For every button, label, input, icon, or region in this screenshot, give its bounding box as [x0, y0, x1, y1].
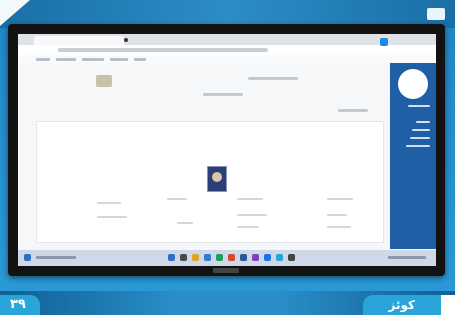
card-text-line	[327, 214, 347, 216]
bookmark	[134, 58, 146, 61]
search-icon[interactable]	[180, 254, 187, 261]
os-taskbar	[18, 250, 436, 266]
app-icon[interactable]	[276, 254, 283, 261]
bookmark	[36, 58, 50, 61]
card-text-line	[237, 214, 267, 216]
sidebar-item[interactable]	[406, 145, 430, 147]
browser-icon[interactable]	[204, 254, 211, 261]
page-subheading-line	[203, 93, 243, 96]
sidebar-item[interactable]	[410, 137, 430, 139]
app-icon[interactable]	[252, 254, 259, 261]
windows-icon[interactable]	[168, 254, 175, 261]
bookmark	[82, 58, 104, 61]
url-field	[58, 48, 268, 52]
sidebar	[390, 63, 436, 249]
sidebar-user-name	[408, 105, 430, 107]
start-icon[interactable]	[24, 254, 31, 261]
sidebar-item[interactable]	[412, 129, 430, 131]
bookmark	[56, 58, 76, 61]
card-text-line	[327, 226, 351, 228]
profile-card	[36, 121, 384, 243]
taskbar-weather	[36, 256, 76, 259]
app-icon[interactable]	[228, 254, 235, 261]
page-heading-line	[248, 77, 298, 80]
card-text-line	[167, 198, 187, 200]
tab-close-icon	[124, 38, 128, 42]
photo-frame: ۳۹ کوئز	[0, 0, 455, 315]
site-logo	[96, 75, 112, 87]
app-icon[interactable]	[288, 254, 295, 261]
app-icon[interactable]	[240, 254, 247, 261]
monitor-screen	[18, 34, 436, 266]
card-text-line	[237, 198, 263, 200]
card-text-line	[97, 202, 121, 204]
profile-photo	[207, 166, 227, 192]
folder-icon[interactable]	[192, 254, 199, 261]
card-text-line	[97, 216, 127, 218]
section-label-line	[338, 109, 368, 112]
bookmarks-bar	[18, 55, 436, 63]
chapter-label: کوئز	[362, 295, 441, 315]
page-number: ۳۹	[0, 295, 40, 315]
sidebar-toggle-button[interactable]	[380, 38, 388, 46]
card-text-line	[177, 222, 193, 224]
app-icon[interactable]	[264, 254, 271, 261]
right-edge-marker	[441, 295, 455, 315]
web-page	[18, 63, 390, 249]
taskbar-clock	[388, 256, 426, 259]
avatar-icon	[398, 69, 428, 99]
monitor-brand-logo	[213, 268, 239, 273]
browser-tabstrip	[18, 34, 436, 45]
monitor	[8, 24, 445, 276]
app-icon[interactable]	[216, 254, 223, 261]
browser-tab	[34, 36, 124, 45]
sidebar-item[interactable]	[416, 121, 430, 123]
corner-badge	[427, 8, 445, 20]
card-text-line	[237, 226, 259, 228]
card-text-line	[327, 198, 353, 200]
corner-notch	[0, 0, 30, 26]
bookmark	[110, 58, 128, 61]
